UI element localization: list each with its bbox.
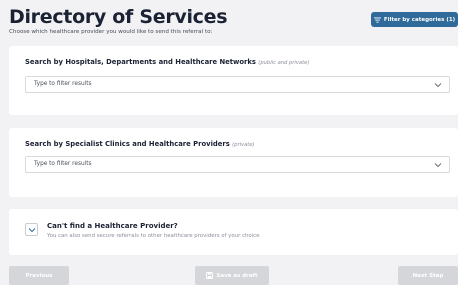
previous-button[interactable]: Previous — [9, 266, 69, 285]
specialist-search-title: Search by Specialist Clinics and Healthc… — [25, 140, 255, 148]
filter-button-label: Filter by categories (1) — [383, 16, 456, 23]
specialist-search-title-text: Search by Specialist Clinics and Healthc… — [25, 140, 230, 148]
previous-button-label: Previous — [25, 272, 53, 279]
hospitals-filter-placeholder: Type to filter results — [34, 81, 92, 87]
hospitals-search-card: Search by Hospitals, Departments and Hea… — [9, 46, 458, 115]
save-as-draft-button[interactable]: Save as draft — [195, 266, 269, 285]
floppy-disk-icon — [206, 272, 214, 279]
hospitals-search-title: Search by Hospitals, Departments and Hea… — [25, 58, 309, 66]
specialist-filter-select[interactable]: Type to filter results — [25, 156, 450, 173]
hospitals-filter-select[interactable]: Type to filter results — [25, 76, 450, 93]
save-as-draft-label: Save as draft — [216, 272, 258, 279]
page-title: Directory of Services — [9, 6, 228, 28]
page-header: Directory of Services Choose which healt… — [0, 0, 458, 40]
chevron-down-icon — [434, 83, 442, 88]
specialist-filter-placeholder: Type to filter results — [34, 161, 92, 167]
hospitals-search-title-text: Search by Hospitals, Departments and Hea… — [25, 58, 256, 66]
page-subtitle: Choose which healthcare provider you wou… — [9, 29, 213, 35]
cant-find-expand-toggle[interactable] — [25, 223, 38, 236]
filter-icon — [373, 17, 381, 23]
cant-find-title: Can't find a Healthcare Provider? — [47, 222, 178, 230]
specialist-search-card: Search by Specialist Clinics and Healthc… — [9, 128, 458, 197]
specialist-search-note: (private) — [232, 142, 255, 148]
chevron-down-icon — [434, 163, 442, 168]
hospitals-search-note: (public and private) — [258, 60, 310, 66]
filter-by-categories-button[interactable]: Filter by categories (1) — [371, 12, 458, 27]
cant-find-subtitle: You can also send secure referrals to ot… — [47, 233, 260, 239]
chevron-down-icon — [28, 228, 36, 233]
cant-find-provider-card: Can't find a Healthcare Provider? You ca… — [9, 209, 458, 255]
next-step-label: Next Step — [412, 272, 444, 279]
next-step-button[interactable]: Next Step — [398, 266, 458, 285]
